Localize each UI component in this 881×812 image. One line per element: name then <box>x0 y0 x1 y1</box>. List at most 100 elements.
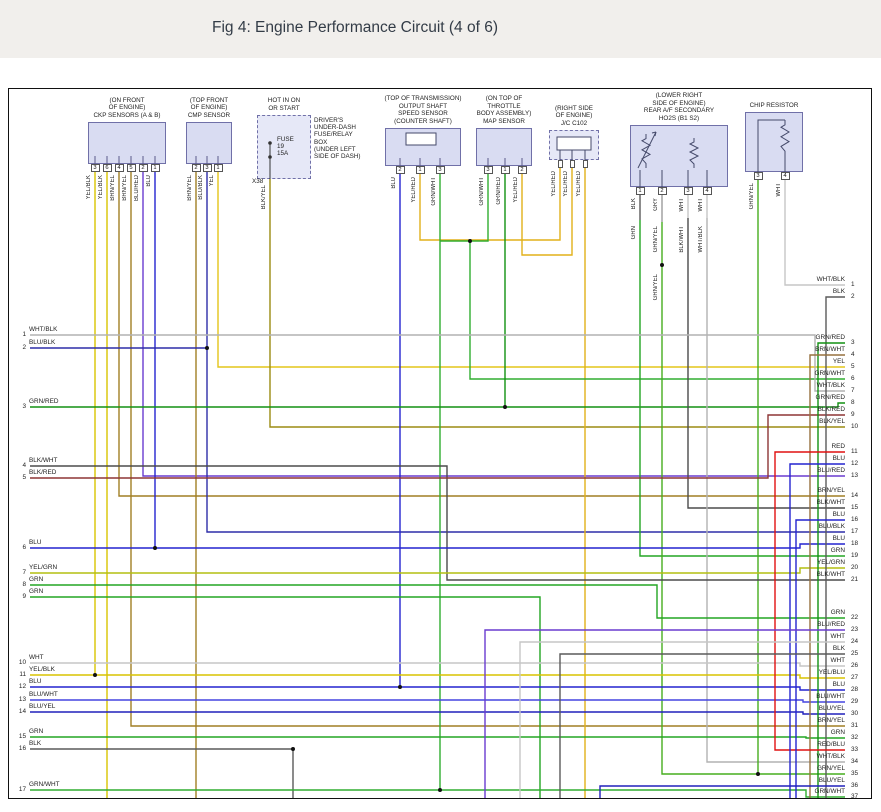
right-row-label: BLU <box>833 681 845 688</box>
caption-line: (TOP OF TRANSMISSION) <box>385 95 462 102</box>
left-row-number: 7 <box>12 569 26 576</box>
ckp-sensors-wire-label: BLU <box>146 175 152 187</box>
right-row-label: WHT/BLK <box>817 753 845 760</box>
right-row-label: BRN/YEL <box>818 487 845 494</box>
right-row-number: 3 <box>851 339 855 346</box>
right-row-number: 29 <box>851 698 858 705</box>
note-line: DRIVER'S <box>314 117 361 124</box>
rear-af-ho2s-wire-label: WHT <box>679 198 685 212</box>
caption-line: (ON TOP OF <box>477 95 532 102</box>
note-line: SIDE OF DASH) <box>314 153 361 160</box>
right-row-number: 1 <box>851 281 855 288</box>
right-row-number: 17 <box>851 528 858 535</box>
right-row-label: BLK/WHT <box>817 571 845 578</box>
right-row-label: BLK/YEL <box>819 418 845 425</box>
right-row-label: BLU/YEL <box>819 777 845 784</box>
ckp-sensors-wire-label: BRN/YEL <box>122 175 128 201</box>
note-line: FUSE <box>277 136 294 143</box>
chip-resistor-wire-label: GRN/YEL <box>749 183 755 209</box>
right-row-number: 27 <box>851 674 858 681</box>
caption-line: CMP SENSOR <box>188 112 230 119</box>
right-row-number: 33 <box>851 746 858 753</box>
caption-line: HOT IN ON <box>268 97 300 104</box>
right-row-label: BLU/RED <box>817 621 845 628</box>
note-line: FUSE/RELAY <box>314 131 361 138</box>
note-line: (UNDER LEFT <box>314 146 361 153</box>
right-row-number: 10 <box>851 423 858 430</box>
caption-line: CHIP RESISTOR <box>750 102 799 109</box>
right-row-label: BLK <box>833 288 845 295</box>
caption-line: (LOWER RIGHT <box>644 92 714 99</box>
right-row-label: GRN/RED <box>816 394 845 401</box>
left-row-label: WHT/BLK <box>29 326 57 333</box>
right-row-label: BLU <box>833 455 845 462</box>
caption-line: SIDE OF ENGINE) <box>644 100 714 107</box>
right-row-label: BLU/BLK <box>819 523 845 530</box>
right-row-label: BLK <box>833 645 845 652</box>
right-row-number: 26 <box>851 662 858 669</box>
map-sensor-wire-label: GRN/WHT <box>479 177 485 206</box>
left-row-number: 15 <box>12 733 26 740</box>
right-row-label: BLU/WHT <box>816 693 845 700</box>
fuse-inner-label: FUSE1915A <box>277 136 294 158</box>
fuse-side-note: DRIVER'SUNDER-DASHFUSE/RELAYBOX(UNDER LE… <box>314 117 361 160</box>
right-row-number: 8 <box>851 399 855 406</box>
left-row-label: BLK/WHT <box>29 457 57 464</box>
left-row-number: 6 <box>12 544 26 551</box>
rear-af-ho2s-wire-label-2: WHT/BLK <box>698 226 704 253</box>
caption-line: (ON FRONT <box>93 97 160 104</box>
cmp-sensor-wire-label: BRN/YEL <box>187 175 193 201</box>
left-row-number: 14 <box>12 708 26 715</box>
left-row-number: 1 <box>12 331 26 338</box>
cmp-sensor-wire-label: BLU/BLK <box>198 175 204 200</box>
map-sensor-wire-label: YEL/RED <box>513 177 519 203</box>
right-row-number: 7 <box>851 387 855 394</box>
right-row-label: BLK/RED <box>818 406 845 413</box>
caption-line: THROTTLE <box>477 103 532 110</box>
text-labels-layer: (ON FRONTOF ENGINE)CKP SENSORS (A & B) YE… <box>0 0 881 812</box>
output-shaft-speed-sensor-wire-label: YEL/RED <box>411 177 417 203</box>
right-row-number: 20 <box>851 564 858 571</box>
output-shaft-speed-sensor-wire-label: GRN/WHT <box>431 177 437 206</box>
cmp-sensor-wire-label: YEL <box>209 175 215 186</box>
right-row-label: BLU/YEL <box>819 705 845 712</box>
right-row-number: 18 <box>851 540 858 547</box>
right-row-number: 15 <box>851 504 858 511</box>
output-shaft-speed-sensor-wire-label: BLU <box>391 177 397 189</box>
left-row-label: WHT <box>29 654 44 661</box>
right-row-label: BRN/WHT <box>815 346 845 353</box>
right-row-number: 22 <box>851 614 858 621</box>
right-row-label: BLU <box>833 511 845 518</box>
rear-af-ho2s-wire-label: BLK <box>631 198 637 209</box>
right-row-label: WHT/BLK <box>817 382 845 389</box>
rear-af-ho2s-wire-label-2: GRN/YEL <box>653 226 659 252</box>
right-row-label: BLK/WHT <box>817 499 845 506</box>
left-row-label: GRN/WHT <box>29 781 60 788</box>
rear-af-ho2s-wire-label: GRY <box>653 198 659 211</box>
jc-c102-wire-label: YEL/RED <box>576 171 582 197</box>
right-row-number: 5 <box>851 363 855 370</box>
right-row-label: GRN <box>831 547 845 554</box>
ckp-sensors-caption: (ON FRONTOF ENGINE)CKP SENSORS (A & B) <box>93 97 160 119</box>
left-row-label: GRN <box>29 576 43 583</box>
right-row-number: 24 <box>851 638 858 645</box>
left-row-number: 9 <box>12 593 26 600</box>
left-row-label: GRN <box>29 588 43 595</box>
right-row-number: 12 <box>851 460 858 467</box>
rear-af-ho2s-caption: (LOWER RIGHTSIDE OF ENGINE)REAR A/F SECO… <box>644 92 714 122</box>
right-row-label: YEL <box>833 358 845 365</box>
caption-line: (COUNTER SHAFT) <box>385 118 462 125</box>
caption-line: OF ENGINE) <box>188 104 230 111</box>
right-row-number: 32 <box>851 734 858 741</box>
jc-c102-wire-label: YEL/RED <box>563 171 569 197</box>
right-row-label: RED <box>832 443 846 450</box>
left-row-label: YEL/GRN <box>29 564 57 571</box>
right-row-label: YEL/GRN <box>817 559 845 566</box>
right-row-number: 19 <box>851 552 858 559</box>
right-row-number: 11 <box>851 448 858 455</box>
chip-resistor-caption: CHIP RESISTOR <box>750 102 799 109</box>
caption-line: (TOP FRONT <box>188 97 230 104</box>
caption-line: OR START <box>268 105 300 112</box>
left-row-label: BLU/YEL <box>29 703 55 710</box>
right-row-label: GRN/WHT <box>814 788 845 795</box>
